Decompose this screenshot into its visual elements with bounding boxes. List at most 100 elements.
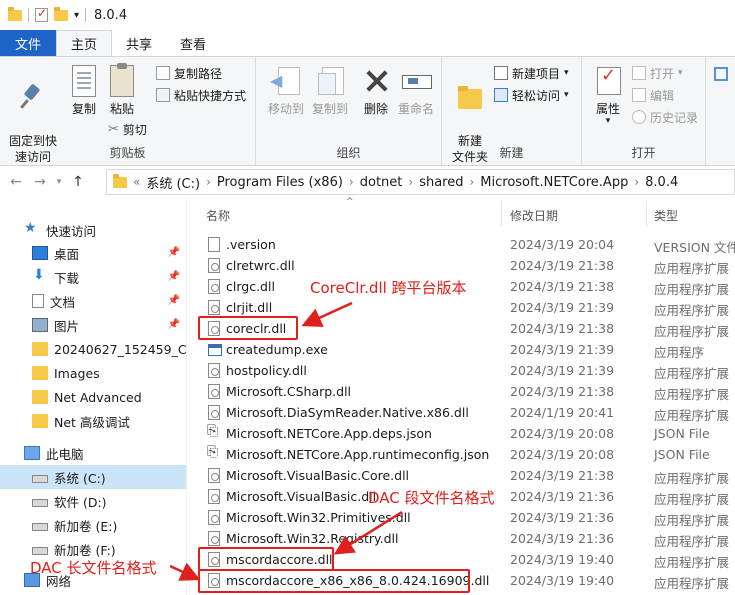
rename-button[interactable]: 重命名 — [390, 65, 442, 117]
tab-file[interactable]: 文件 — [0, 30, 56, 56]
pane-divider[interactable] — [186, 198, 187, 595]
table-row[interactable]: Microsoft.NETCore.App.runtimeconfig.json… — [196, 444, 735, 465]
paste-shortcut-button[interactable]: 粘贴快捷方式 — [156, 85, 246, 105]
nav-label: 新加卷 (F:) — [54, 542, 116, 558]
table-row[interactable]: clrjit.dll 2024/3/19 21:39 应用程序扩展 — [196, 297, 735, 318]
file-name: Microsoft.DiaSymReader.Native.x86.dll — [226, 405, 469, 420]
file-date: 2024/1/19 20:41 — [510, 405, 615, 420]
cut-button[interactable]: ✂ 剪切 — [108, 119, 147, 139]
dll-file-icon — [208, 405, 220, 420]
table-row[interactable]: Microsoft.Win32.Primitives.dll 2024/3/19 … — [196, 507, 735, 528]
rename-label: 重命名 — [397, 102, 434, 116]
nav-item-images[interactable]: Images — [0, 361, 186, 385]
column-divider[interactable] — [501, 202, 502, 226]
nav-label: 快速访问 — [46, 223, 97, 239]
nav-drive-c[interactable]: 系统 (C:) — [0, 465, 186, 489]
paste-icon — [110, 63, 134, 97]
recent-locations-button[interactable]: ▾ — [52, 177, 66, 187]
nav-label: 文档 — [50, 294, 76, 310]
nav-drive-d[interactable]: 软件 (D:) — [0, 489, 186, 513]
star-icon — [24, 220, 40, 237]
navigation-pane: 快速访问 桌面 📌 下载 📌 文档 📌 图片 📌 20240627_152459… — [0, 198, 186, 595]
nav-this-pc[interactable]: 此电脑 — [0, 441, 186, 465]
pin-icon: 📌 — [167, 247, 180, 258]
file-date: 2024/3/19 21:38 — [510, 321, 615, 336]
breadcrumb-program-files[interactable]: Program Files (x86) — [211, 175, 349, 190]
new-item-icon — [494, 66, 508, 80]
properties-button[interactable]: 属性 ▾ — [582, 65, 634, 126]
breadcrumb-shared[interactable]: shared — [413, 175, 469, 190]
file-type: 应用程序扩展 — [654, 534, 730, 549]
table-row[interactable]: .version 2024/3/19 20:04 VERSION 文件 — [196, 234, 735, 255]
move-to-label: 移动到 — [267, 102, 304, 116]
table-row[interactable]: Microsoft.Win32.Registry.dll 2024/3/19 21… — [196, 528, 735, 549]
dll-file-icon — [208, 258, 220, 273]
nav-drive-e[interactable]: 新加卷 (E:) — [0, 513, 186, 537]
highlight-mscordaccore-long — [198, 569, 470, 593]
nav-item-net-debug[interactable]: Net 高级调试 — [0, 409, 186, 433]
column-divider[interactable] — [646, 202, 647, 226]
copy-path-button[interactable]: 复制路径 — [156, 63, 222, 83]
breadcrumb-version[interactable]: 8.0.4 — [639, 175, 684, 190]
easy-access-button[interactable]: 轻松访问 ▾ — [494, 85, 569, 105]
select-group-partial[interactable] — [714, 67, 728, 81]
breadcrumb-netcore-app[interactable]: Microsoft.NETCore.App — [474, 175, 634, 190]
downloads-icon — [32, 267, 48, 284]
scissors-icon: ✂ — [108, 121, 119, 137]
copy-to-button[interactable]: 复制到 — [304, 65, 356, 117]
address-bar[interactable]: « 系统 (C:) › Program Files (x86) › dotnet… — [106, 169, 735, 195]
folder-icon — [32, 390, 48, 404]
tab-view[interactable]: 查看 — [166, 30, 220, 56]
open-button[interactable]: 打开 ▾ — [632, 63, 683, 83]
quick-access-toolbar: ▾ — [8, 6, 87, 22]
paste-shortcut-label: 粘贴快捷方式 — [174, 88, 247, 103]
nav-item-documents[interactable]: 文档 📌 — [0, 289, 186, 313]
file-date: 2024/3/19 21:36 — [510, 531, 615, 546]
customize-toolbar-icon[interactable]: ▾ — [74, 10, 79, 21]
file-name: Microsoft.Win32.Primitives.dll — [226, 510, 411, 525]
table-row[interactable]: clretwrc.dll 2024/3/19 21:38 应用程序扩展 — [196, 255, 735, 276]
history-button[interactable]: 历史记录 — [632, 107, 698, 127]
new-item-button[interactable]: 新建项目 ▾ — [494, 63, 569, 83]
table-row[interactable]: Microsoft.VisualBasic.Core.dll 2024/3/19 … — [196, 465, 735, 486]
tab-home[interactable]: 主页 — [56, 30, 113, 56]
table-row[interactable]: Microsoft.CSharp.dll 2024/3/19 21:38 应用程序扩… — [196, 381, 735, 402]
file-date: 2024/3/19 21:38 — [510, 279, 615, 294]
computer-icon — [24, 446, 40, 460]
edit-button[interactable]: 编辑 — [632, 85, 674, 105]
breadcrumb-dotnet[interactable]: dotnet — [354, 175, 409, 190]
move-to-icon — [270, 65, 302, 97]
table-row[interactable]: Microsoft.DiaSymReader.Native.x86.dll 202… — [196, 402, 735, 423]
column-date[interactable]: 修改日期 — [510, 207, 558, 224]
column-type[interactable]: 类型 — [654, 207, 678, 224]
open-group-label: 打开 — [631, 146, 656, 160]
forward-button[interactable]: → — [28, 174, 52, 190]
delete-label: 删除 — [363, 102, 388, 116]
nav-item-crash-folder[interactable]: 20240627_152459_Cra — [0, 337, 186, 361]
file-name: Microsoft.VisualBasic.Core.dll — [226, 468, 410, 483]
nav-label: Images — [54, 365, 100, 381]
column-name[interactable]: 名称 — [206, 207, 230, 224]
breadcrumb-drive[interactable]: 系统 (C:) — [140, 173, 206, 192]
file-name: clretwrc.dll — [226, 258, 295, 273]
nav-item-pictures[interactable]: 图片 📌 — [0, 313, 186, 337]
nav-item-desktop[interactable]: 桌面 📌 — [0, 241, 186, 265]
table-row[interactable]: Microsoft.NETCore.App.deps.json 2024/3/19… — [196, 423, 735, 444]
table-row[interactable]: hostpolicy.dll 2024/3/19 21:39 应用程序扩展 — [196, 360, 735, 381]
new-folder-icon[interactable] — [54, 6, 68, 21]
delete-icon — [360, 65, 392, 97]
paste-button[interactable]: 粘贴 — [96, 63, 148, 117]
properties-icon — [592, 65, 624, 97]
table-row[interactable]: createdump.exe 2024/3/19 21:39 应用程序 — [196, 339, 735, 360]
nav-item-downloads[interactable]: 下载 📌 — [0, 265, 186, 289]
up-button[interactable]: ↑ — [66, 174, 90, 190]
rename-icon — [400, 65, 432, 97]
nav-quick-access[interactable]: 快速访问 — [0, 218, 186, 242]
tab-share[interactable]: 共享 — [112, 30, 166, 56]
json-file-icon — [207, 444, 220, 462]
back-button[interactable]: ← — [4, 174, 28, 190]
nav-item-net-advanced[interactable]: Net Advanced — [0, 385, 186, 409]
properties-icon[interactable] — [35, 6, 48, 22]
overflow-chevron-icon[interactable]: « — [133, 175, 140, 189]
drive-icon — [32, 499, 48, 507]
